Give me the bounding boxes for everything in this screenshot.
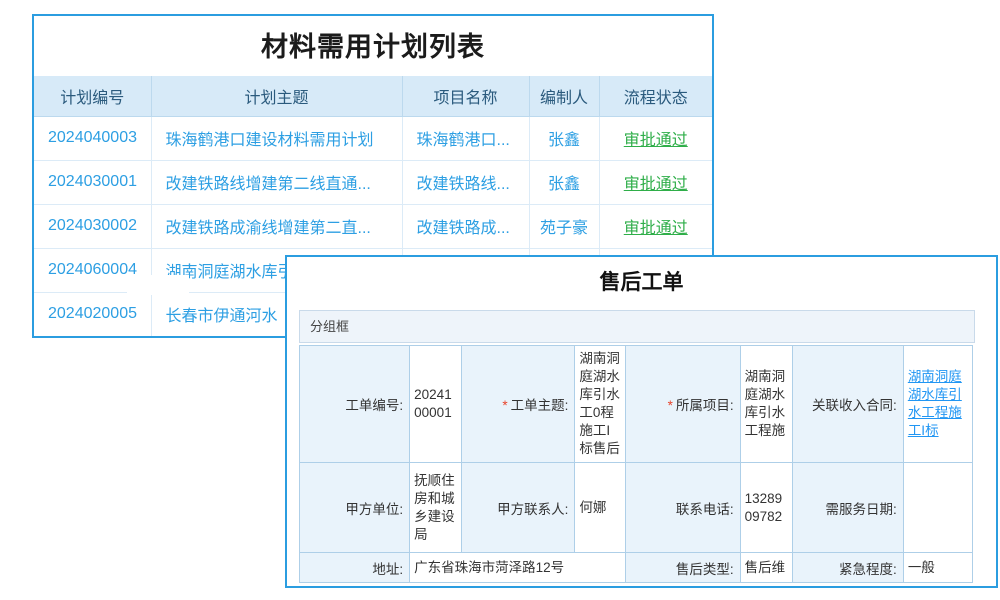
project-label: *所属项目:: [626, 346, 740, 463]
phone-value: 1328909782: [740, 463, 792, 553]
urgency-value: 一般: [903, 553, 972, 583]
form-row-1: 工单编号: 2024100001 * 工单主题: 湖南洞庭湖水库引水工0程施工I标…: [300, 346, 973, 463]
subject-label: * 工单主题:: [462, 346, 575, 463]
table-row: 2024040003 珠海鹤港口建设材料需用计划 珠海鹤港口... 张鑫 审批通…: [34, 116, 712, 160]
project-value: 湖南洞庭湖水库引水工程施: [740, 346, 792, 463]
column-header-project: 项目名称: [402, 76, 529, 116]
order-no-value: 2024100001: [410, 346, 462, 463]
phone-label: 联系电话:: [626, 463, 740, 553]
plan-no-link[interactable]: 2024030001: [34, 160, 151, 204]
contract-cell: 湖南洞庭湖水库引水工程施工I标: [903, 346, 972, 463]
plan-no-link[interactable]: 2024020005: [34, 292, 151, 336]
groupbox-label: 分组框: [299, 310, 975, 343]
plan-subject-link[interactable]: 珠海鹤港口建设材料需用计划: [151, 116, 402, 160]
plan-status-cell: 审批通过: [599, 204, 712, 248]
column-header-status: 流程状态: [599, 76, 712, 116]
plan-no-link[interactable]: 2024030002: [34, 204, 151, 248]
work-order-form: 工单编号: 2024100001 * 工单主题: 湖南洞庭湖水库引水工0程施工I标…: [299, 345, 973, 583]
type-label: 售后类型:: [626, 553, 740, 583]
form-row-3: 地址: 广东省珠海市菏泽路12号 售后类型: 售后维 紧急程度: 一般: [300, 553, 973, 583]
contact-value: 何娜: [575, 463, 626, 553]
mask-patch: [127, 275, 189, 295]
plan-subject-link[interactable]: 改建铁路成渝线增建第二直...: [151, 204, 402, 248]
plan-project-cell: 改建铁路线...: [402, 160, 529, 204]
urgency-label: 紧急程度:: [792, 553, 903, 583]
form-row-2: 甲方单位: 抚顺住房和城乡建设局 甲方联系人: 何娜 联系电话: 1328909…: [300, 463, 973, 553]
status-link[interactable]: 审批通过: [624, 132, 688, 149]
column-header-creator: 编制人: [529, 76, 599, 116]
table-row: 2024030002 改建铁路成渝线增建第二直... 改建铁路成... 苑子豪 …: [34, 204, 712, 248]
contract-link[interactable]: 湖南洞庭湖水库引水工程施工I标: [908, 369, 962, 438]
plan-creator-cell: 张鑫: [529, 160, 599, 204]
groupbox: 分组框 工单编号: 2024100001 * 工单主题: 湖南洞庭湖水库引水工0程…: [299, 310, 975, 583]
plan-subject-link[interactable]: 改建铁路线增建第二线直通...: [151, 160, 402, 204]
plan-status-cell: 审批通过: [599, 160, 712, 204]
plan-creator-cell: 张鑫: [529, 116, 599, 160]
plan-list-title: 材料需用计划列表: [34, 16, 712, 76]
subject-value: 湖南洞庭湖水库引水工0程施工I标售后: [575, 346, 626, 463]
party-a-value: 抚顺住房和城乡建设局: [410, 463, 462, 553]
service-date-value: [903, 463, 972, 553]
plan-list-header-row: 计划编号 计划主题 项目名称 编制人 流程状态: [34, 76, 712, 116]
status-link[interactable]: 审批通过: [624, 176, 688, 193]
service-date-label: 需服务日期:: [792, 463, 903, 553]
required-asterisk: *: [502, 398, 507, 413]
plan-project-cell: 改建铁路成...: [402, 204, 529, 248]
project-label-text: 所属项目:: [676, 398, 734, 413]
column-header-plan-no: 计划编号: [34, 76, 151, 116]
type-value: 售后维: [740, 553, 792, 583]
column-header-subject: 计划主题: [151, 76, 402, 116]
table-row: 2024030001 改建铁路线增建第二线直通... 改建铁路线... 张鑫 审…: [34, 160, 712, 204]
contact-label: 甲方联系人:: [462, 463, 575, 553]
required-asterisk: *: [668, 398, 673, 413]
address-label: 地址:: [300, 553, 410, 583]
status-link[interactable]: 审批通过: [624, 220, 688, 237]
subject-label-text: 工单主题:: [511, 398, 569, 413]
work-order-title: 售后工单: [287, 266, 996, 296]
plan-status-cell: 审批通过: [599, 116, 712, 160]
plan-creator-cell: 苑子豪: [529, 204, 599, 248]
address-value: 广东省珠海市菏泽路12号: [410, 553, 626, 583]
contract-label: 关联收入合同:: [792, 346, 903, 463]
order-no-label: 工单编号:: [300, 346, 410, 463]
work-order-panel: 售后工单 分组框 工单编号: 2024100001 * 工单主题: 湖南洞庭湖水库…: [285, 255, 998, 588]
plan-project-cell: 珠海鹤港口...: [402, 116, 529, 160]
party-a-label: 甲方单位:: [300, 463, 410, 553]
plan-no-link[interactable]: 2024040003: [34, 116, 151, 160]
